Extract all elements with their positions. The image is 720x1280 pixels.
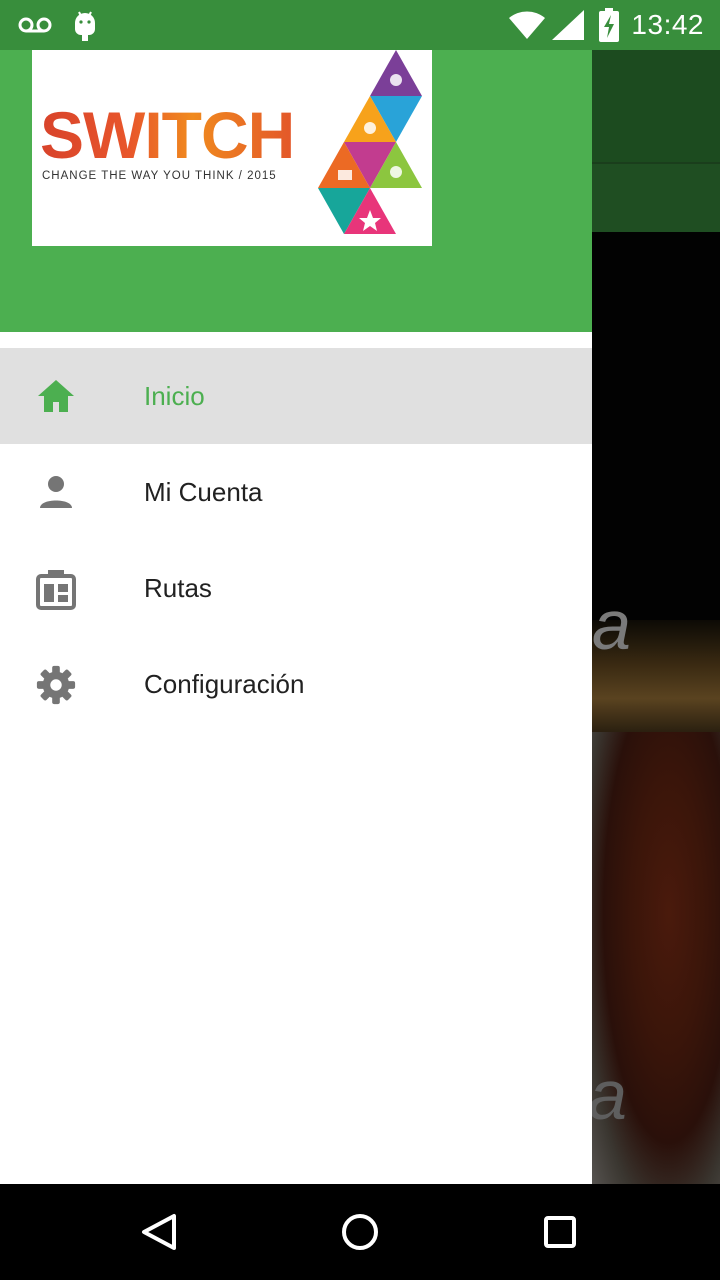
menu-item-configuracion[interactable]: Configuración <box>0 636 592 732</box>
gear-icon <box>34 664 78 705</box>
voicemail-icon <box>18 0 52 50</box>
drawer-menu: Inicio Mi Cuenta Rutas Configuración <box>0 348 592 732</box>
menu-item-mi-cuenta[interactable]: Mi Cuenta <box>0 444 592 540</box>
wifi-icon <box>508 0 546 50</box>
menu-item-inicio[interactable]: Inicio <box>0 348 592 444</box>
status-bar: 13:42 <box>0 0 720 50</box>
status-time: 13:42 <box>631 9 704 40</box>
background-tabs <box>592 162 720 234</box>
background-toolbar <box>592 50 720 162</box>
home-circle-icon[interactable] <box>336 1208 384 1256</box>
routes-icon <box>34 568 78 610</box>
drawer-header: SWITCH CHANGE THE WAY YOU THINK / 2015 <box>0 50 592 332</box>
system-nav-bar <box>0 1184 720 1280</box>
background-letter-a: a <box>592 586 631 664</box>
battery-charging-icon <box>598 0 620 50</box>
home-icon <box>34 376 78 416</box>
background-app-content: a a <box>592 50 720 1184</box>
background-letter-a2: a <box>592 1055 627 1135</box>
menu-item-label: Configuración <box>144 668 305 699</box>
person-icon <box>34 472 78 512</box>
logo-triangles-icon <box>318 50 422 234</box>
switch-logo: SWITCH CHANGE THE WAY YOU THINK / 2015 <box>32 50 432 246</box>
menu-item-label: Mi Cuenta <box>144 476 263 507</box>
recents-icon[interactable] <box>536 1208 584 1256</box>
logo-title: SWITCH <box>40 98 295 172</box>
android-icon <box>72 0 98 50</box>
menu-item-label: Inicio <box>144 380 205 411</box>
signal-icon <box>552 0 584 50</box>
navigation-drawer: SWITCH CHANGE THE WAY YOU THINK / 2015 I… <box>0 50 592 1184</box>
menu-item-rutas[interactable]: Rutas <box>0 540 592 636</box>
back-icon[interactable] <box>136 1208 184 1256</box>
menu-item-label: Rutas <box>144 572 212 603</box>
logo-subtitle: CHANGE THE WAY YOU THINK / 2015 <box>42 170 277 182</box>
